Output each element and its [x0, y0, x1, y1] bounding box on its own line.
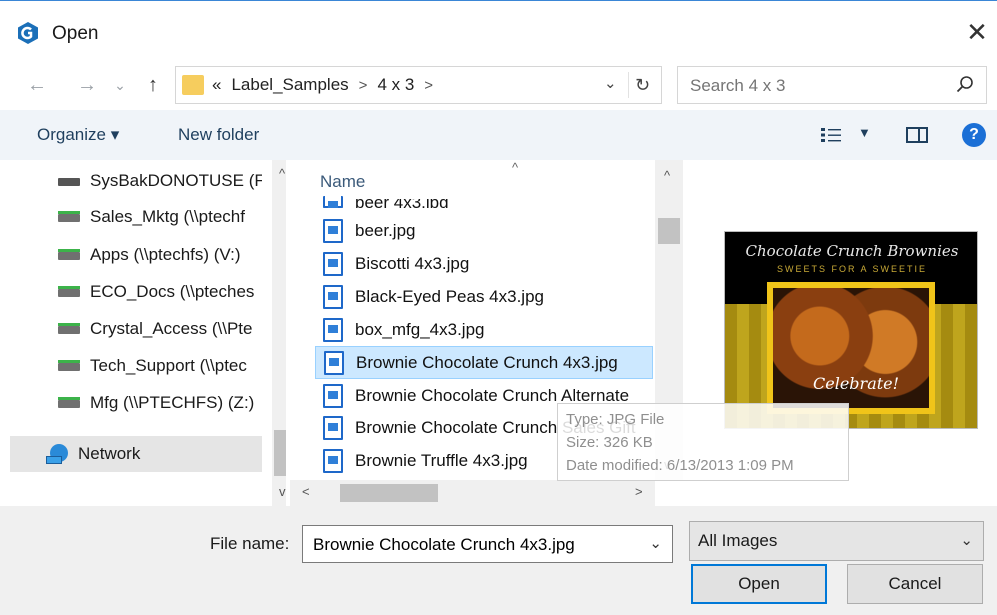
- network-drive-icon: [58, 249, 80, 261]
- nav-item-label: ECO_Docs (\\pteches: [90, 282, 255, 301]
- tooltip-size: Size: 326 KB: [566, 434, 653, 451]
- breadcrumb-4x3[interactable]: 4 x 3: [377, 75, 414, 95]
- file-name-label: File name:: [210, 534, 290, 553]
- list-item[interactable]: beer 4x3.jpg: [315, 194, 653, 208]
- list-item[interactable]: box_mfg_4x3.jpg: [315, 314, 653, 346]
- nav-item-label: Sales_Mktg (\\ptechf: [90, 207, 245, 226]
- scroll-left-icon[interactable]: <: [302, 484, 310, 499]
- help-icon[interactable]: ?: [962, 123, 986, 147]
- close-icon[interactable]: ✕: [964, 17, 990, 47]
- breadcrumb: « Label_Samples > 4 x 3 >: [212, 75, 433, 95]
- scrollbar-thumb[interactable]: [274, 430, 286, 476]
- chevron-down-icon[interactable]: ⌄: [649, 534, 662, 552]
- nav-item-label: Crystal_Access (\\Pte: [90, 319, 253, 338]
- nav-item-tech-support[interactable]: Tech_Support (\\ptec: [10, 349, 262, 383]
- scroll-up-icon[interactable]: ^: [664, 168, 670, 183]
- nav-item-network[interactable]: Network: [10, 436, 262, 472]
- up-arrow-icon[interactable]: ↑: [138, 68, 168, 102]
- tooltip-type: Type: JPG File: [566, 411, 665, 428]
- cancel-button[interactable]: Cancel: [847, 564, 983, 604]
- network-drive-icon: [58, 360, 80, 372]
- list-item[interactable]: Biscotti 4x3.jpg: [315, 248, 653, 280]
- scroll-right-icon[interactable]: >: [635, 484, 643, 499]
- image-file-icon: [323, 384, 343, 408]
- navigation-pane: SysBakDONOTUSE (F Sales_Mktg (\\ptechf A…: [10, 160, 286, 506]
- tooltip-date: Date modified: 6/13/2013 1:09 PM: [566, 457, 794, 474]
- nav-item-apps[interactable]: Apps (\\ptechfs) (V:): [10, 238, 262, 272]
- list-item[interactable]: Black-Eyed Peas 4x3.jpg: [315, 281, 653, 313]
- nav-item-mfg[interactable]: Mfg (\\PTECHFS) (Z:): [10, 386, 262, 420]
- address-bar[interactable]: « Label_Samples > 4 x 3 > ⌄ ↻: [175, 66, 662, 104]
- nav-scrollbar[interactable]: ^ v: [272, 160, 286, 506]
- nav-item-label: SysBakDONOTUSE (F: [90, 171, 262, 190]
- breadcrumb-overflow[interactable]: «: [212, 75, 221, 95]
- file-name-input[interactable]: [311, 534, 631, 556]
- dialog-footer: File name: ⌄ All Images ⌄ Open Cancel: [0, 506, 997, 615]
- scroll-up-icon[interactable]: ^: [279, 166, 285, 181]
- nav-item-sysbak[interactable]: SysBakDONOTUSE (F: [10, 164, 262, 198]
- preview-photo: [767, 282, 935, 414]
- network-drive-icon: [58, 397, 80, 409]
- image-file-icon: [323, 285, 343, 309]
- scrollbar-thumb[interactable]: [340, 484, 438, 502]
- nav-item-label: Apps (\\ptechfs) (V:): [90, 245, 241, 264]
- image-file-icon: [324, 350, 344, 375]
- refresh-icon[interactable]: ↻: [628, 72, 656, 98]
- network-drive-icon: [58, 323, 80, 335]
- title-bar: Open ✕: [0, 0, 997, 58]
- nav-item-sales-mktg[interactable]: Sales_Mktg (\\ptechf: [10, 200, 262, 234]
- image-file-icon: [323, 416, 343, 440]
- breadcrumb-separator[interactable]: >: [359, 77, 368, 94]
- file-type-value: All Images: [698, 531, 778, 550]
- breadcrumb-separator[interactable]: >: [424, 77, 433, 94]
- file-list-horizontal-scrollbar[interactable]: < >: [290, 480, 655, 506]
- search-icon[interactable]: [956, 75, 974, 93]
- image-file-icon: [323, 219, 343, 243]
- drive-icon: [58, 175, 80, 187]
- view-dropdown-icon[interactable]: ▼: [858, 125, 871, 140]
- network-drive-icon: [58, 286, 80, 298]
- open-button[interactable]: Open: [691, 564, 827, 604]
- recent-locations-chevron-icon[interactable]: ⌄: [110, 68, 130, 102]
- chevron-down-icon: ⌄: [960, 532, 973, 549]
- app-icon: [18, 22, 38, 44]
- sort-ascending-icon: ^: [512, 160, 519, 175]
- network-drive-icon: [58, 211, 80, 223]
- file-info-tooltip: Type: JPG File Size: 326 KB Date modifie…: [557, 403, 849, 481]
- column-header-name[interactable]: Name: [320, 172, 365, 192]
- preview-pane-icon[interactable]: [906, 127, 928, 143]
- command-bar: Organize ▾ New folder ▼ ?: [0, 110, 997, 160]
- search-input[interactable]: [688, 75, 938, 97]
- file-name-combobox: ⌄: [302, 525, 673, 563]
- search-box: [677, 66, 987, 104]
- preview-subtitle: SWEETS FOR A SWEETIE: [776, 264, 928, 274]
- organize-button[interactable]: Organize ▾: [37, 125, 119, 145]
- image-file-icon: [323, 196, 343, 208]
- list-item-selected[interactable]: Brownie Chocolate Crunch 4x3.jpg: [315, 346, 653, 379]
- image-file-icon: [323, 252, 343, 276]
- nav-item-eco-docs[interactable]: ECO_Docs (\\pteches: [10, 275, 262, 309]
- scrollbar-thumb[interactable]: [658, 218, 680, 244]
- preview-tagline: Celebrate!: [813, 374, 900, 393]
- nav-item-label: Mfg (\\PTECHFS) (Z:): [90, 393, 255, 412]
- window-title: Open: [52, 23, 99, 44]
- network-icon: [46, 444, 70, 464]
- address-dropdown-icon[interactable]: ⌄: [604, 74, 617, 92]
- image-file-icon: [323, 318, 343, 342]
- scroll-down-icon[interactable]: v: [279, 484, 286, 499]
- view-options-icon[interactable]: [820, 126, 842, 144]
- list-item[interactable]: beer.jpg: [315, 215, 653, 247]
- nav-item-label: Network: [78, 444, 141, 463]
- image-preview: Chocolate Crunch Brownies SWEETS FOR A S…: [724, 231, 978, 429]
- image-file-icon: [323, 449, 343, 473]
- file-type-select[interactable]: All Images ⌄: [689, 521, 984, 561]
- new-folder-button[interactable]: New folder: [178, 125, 259, 145]
- nav-item-crystal-access[interactable]: Crystal_Access (\\Pte: [10, 312, 262, 346]
- back-arrow-icon[interactable]: ←: [22, 68, 52, 102]
- preview-title: Chocolate Crunch Brownies: [745, 242, 959, 260]
- nav-item-label: Tech_Support (\\ptec: [90, 356, 247, 375]
- folder-icon: [182, 75, 204, 95]
- forward-arrow-icon[interactable]: →: [72, 68, 102, 102]
- breadcrumb-label-samples[interactable]: Label_Samples: [231, 75, 348, 95]
